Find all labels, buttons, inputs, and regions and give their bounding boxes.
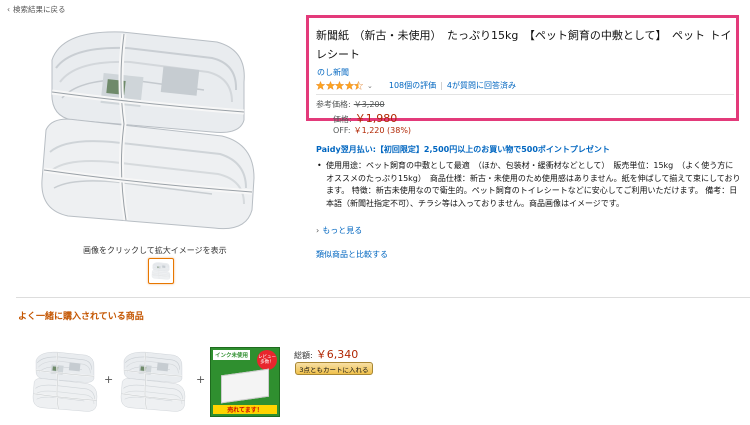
chevron-left-icon: ‹ (7, 5, 10, 14)
thumbnail-image (151, 261, 171, 281)
separator: | (440, 81, 443, 90)
paper-stack-graphic (221, 368, 269, 404)
back-to-results-link[interactable]: ‹ 検索結果に戻る (7, 4, 66, 15)
see-more-label: もっと見る (322, 226, 363, 235)
selling-well-banner: 売れてます！ (213, 405, 277, 414)
star-icon (316, 81, 325, 90)
add-all-to-cart-button[interactable]: 3点ともカートに入れる (295, 362, 373, 375)
image-zoom-caption: 画像をクリックして拡大イメージを表示 (83, 246, 227, 255)
reference-price-row: 参考価格: ￥3,200 (316, 99, 385, 110)
thumbnail-1[interactable] (148, 258, 174, 284)
frequently-bought-together-heading: よく一緒に購入されている商品 (18, 312, 144, 322)
total-price-row: 総額: ￥6,340 (294, 346, 358, 362)
fbt-item-2-image[interactable] (118, 347, 188, 417)
price-row: 価格: ￥1,980 (333, 110, 397, 126)
fbt-item-1-image[interactable] (30, 347, 100, 417)
plus-icon: + (104, 373, 114, 386)
fbt-item-3-image[interactable]: インク未使用 レビュー多数！ 売れてます！ (210, 347, 280, 417)
chevron-down-icon[interactable]: ⌄ (367, 82, 373, 90)
chevron-right-icon: › (316, 226, 320, 235)
star-rating[interactable] (316, 81, 363, 90)
reference-price-value: ￥3,200 (353, 100, 385, 109)
questions-link[interactable]: 4が質問に回答済み (447, 80, 516, 91)
ink-free-label: インク未使用 (213, 350, 251, 360)
paidy-promo-link[interactable]: Paidy翌月払い:【初回限定】2,500円以上のお買い物で500ポイントプレゼ… (316, 144, 610, 155)
total-label: 総額: (294, 351, 313, 360)
savings-label: OFF: (333, 126, 351, 135)
star-icon (345, 81, 354, 90)
feature-bullet: 使用用途：ペット飼育の中敷として最適 （ほか、包装材・緩衝材などとして） 販売単… (316, 160, 741, 210)
product-title: 新聞紙 （新古・未使用） たっぷり15kg 【ペット飼育の中敷として】 ペット … (316, 29, 732, 61)
price-value: ￥1,980 (354, 112, 398, 125)
savings-row: OFF: ￥1,220 (38%) (333, 125, 411, 136)
reference-price-label: 参考価格: (316, 100, 351, 109)
review-badge: レビュー多数！ (257, 350, 277, 370)
divider (316, 94, 734, 95)
reviews-link[interactable]: 108個の評価 (389, 80, 436, 91)
see-more-link[interactable]: › もっと見る (316, 225, 362, 236)
brand-link[interactable]: のし新聞 (317, 67, 349, 78)
price-label: 価格: (333, 115, 352, 124)
compare-similar-link[interactable]: 類似商品と比較する (316, 249, 388, 260)
main-product-image[interactable] (32, 20, 264, 242)
back-to-results-label: 検索結果に戻る (13, 5, 66, 14)
total-value: ￥6,340 (315, 348, 359, 361)
star-half-icon (354, 81, 363, 90)
rating-row: ⌄ 108個の評価 | 4が質問に回答済み (316, 80, 516, 91)
star-icon (326, 81, 335, 90)
star-icon (335, 81, 344, 90)
section-divider (16, 297, 750, 298)
feature-bullets: 使用用途：ペット飼育の中敷として最適 （ほか、包装材・緩衝材などとして） 販売単… (316, 160, 741, 210)
savings-value: ￥1,220 (38%) (353, 126, 412, 135)
plus-icon: + (196, 373, 206, 386)
